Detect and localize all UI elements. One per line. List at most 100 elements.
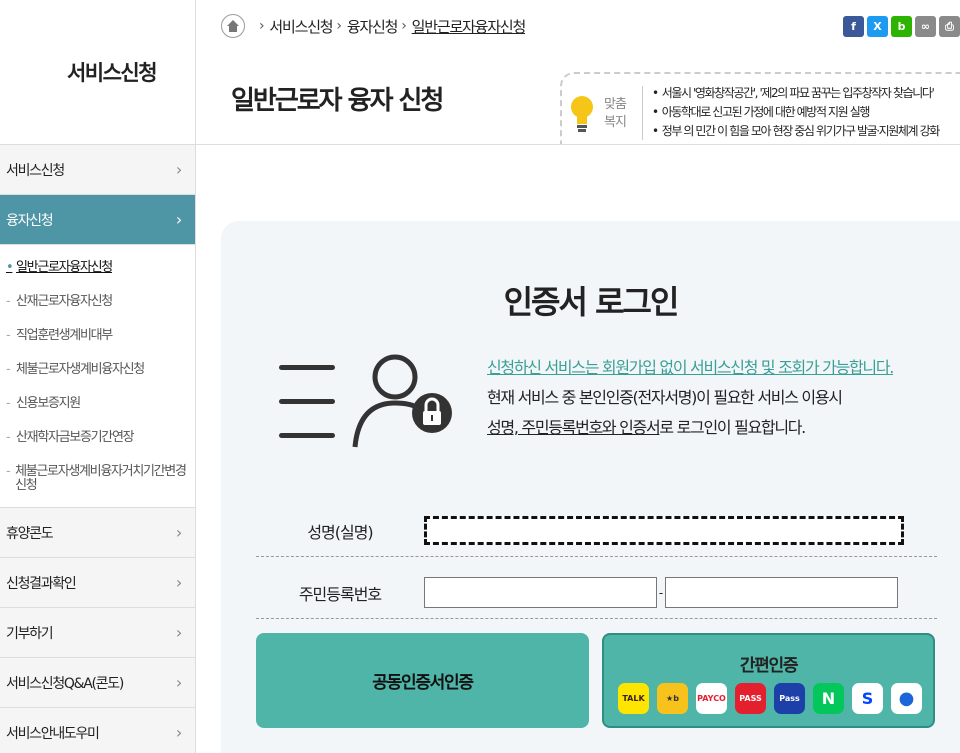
- notice-highlight: 신청하신 서비스는 회원가입 없이 서비스신청 및 조회가 가능합니다.: [487, 358, 894, 377]
- rrn-label: 주민등록번호: [298, 584, 382, 604]
- samsung-pass-icon[interactable]: Pass: [774, 683, 805, 714]
- submenu-item-industrial-accident-loan[interactable]: - 산재근로자융자신청: [0, 285, 195, 319]
- facebook-icon[interactable]: f: [843, 16, 864, 37]
- bullet-icon: -: [6, 362, 11, 377]
- notice-line: 성명, 주민등록번호와 인증서로 로그인이 필요합니다.: [487, 413, 893, 443]
- custom-welfare-box: 맞춤 복지 서울시 '영화창작공간', '제2의 파묘 꿈꾸는 입주창작자 찾습…: [560, 72, 960, 144]
- bullet-icon: -: [6, 464, 11, 479]
- page: 서비스신청 서비스신청 › 융자신청 › • 일반근로자융자신청 - 산재근로자…: [0, 0, 960, 753]
- sidebar: 서비스신청 서비스신청 › 융자신청 › • 일반근로자융자신청 - 산재근로자…: [0, 0, 196, 753]
- sidebar-item-label: 서비스안내도우미: [6, 725, 100, 742]
- submenu-item-credit-guarantee[interactable]: - 신용보증지원: [0, 387, 195, 421]
- sidebar-item-label: 서비스신청Q&A(콘도): [6, 675, 124, 692]
- share-toolbar: f X b ∞ ⎙: [843, 16, 960, 37]
- chevron-right-icon: ›: [175, 573, 182, 592]
- submenu-label: 산재학자금보증기간연장: [16, 430, 135, 445]
- submenu-item-general-worker-loan[interactable]: • 일반근로자융자신청: [0, 251, 195, 285]
- toss-icon[interactable]: ●: [891, 683, 922, 714]
- simple-auth-button[interactable]: 간편인증 TALK ★b PAYCO PASS Pass N S ●: [602, 633, 935, 728]
- home-icon[interactable]: [221, 14, 245, 38]
- login-notice: 신청하신 서비스는 회원가입 없이 서비스신청 및 조회가 가능합니다. 현재 …: [487, 353, 894, 443]
- sidebar-title: 서비스신청: [0, 0, 195, 145]
- breadcrumb-item[interactable]: 서비스신청: [269, 16, 333, 37]
- name-label: 성명(실명): [307, 522, 373, 542]
- kakao-icon[interactable]: TALK: [618, 683, 649, 714]
- print-icon[interactable]: ⎙: [939, 16, 960, 37]
- pass-icon[interactable]: PASS: [735, 683, 766, 714]
- breadcrumb-current[interactable]: 일반근로자융자신청: [412, 16, 527, 37]
- chevron-right-icon: ›: [175, 723, 182, 742]
- bullet-icon: -: [6, 430, 11, 445]
- sidebar-item-resort-condo[interactable]: 휴양콘도 ›: [0, 508, 195, 558]
- submenu-item-unpaid-worker-loan[interactable]: - 체불근로자생계비융자신청: [0, 353, 195, 387]
- rrn-dash: -: [658, 585, 664, 600]
- submenu-label: 산재근로자융자신청: [16, 294, 113, 309]
- sidebar-item-label: 휴양콘도: [6, 525, 54, 542]
- link-copy-icon[interactable]: ∞: [915, 16, 936, 37]
- notice-line: 현재 서비스 중 본인인증(전자서명)이 필요한 서비스 이용시: [487, 388, 843, 407]
- submenu-item-vocational-training-loan[interactable]: - 직업훈련생계비대부: [0, 319, 195, 353]
- sidebar-item-label: 서비스신청: [6, 162, 65, 179]
- breadcrumb: › 서비스신청 › 융자신청 › 일반근로자융자신청: [221, 14, 527, 38]
- sidebar-item-qna[interactable]: 서비스신청Q&A(콘도) ›: [0, 658, 195, 708]
- notice-underline: 성명, 주민등록번호와 인증서: [487, 418, 661, 437]
- blog-icon[interactable]: b: [891, 16, 912, 37]
- welfare-item[interactable]: 아동학대로 신고된 가정에 대한 예방적 지원 실행: [652, 103, 939, 122]
- submenu-item-grace-period-change[interactable]: - 체불근로자생계비융자거치기간변경신청: [0, 455, 195, 503]
- chevron-right-icon: ›: [175, 673, 182, 692]
- notice-text: 로 로그인이 필요합니다.: [659, 418, 806, 437]
- welfare-item[interactable]: 정부 의 민간 이 힘을 모아 현장 중심 위기가구 발굴·지원체계 강화: [652, 122, 941, 141]
- welfare-item[interactable]: 서울시 '영화창작공간', '제2의 파묘 꿈꾸는 입주창작자 찾습니다': [652, 84, 939, 103]
- submenu-label: 체불근로자생계비융자거치기간변경신청: [15, 464, 187, 493]
- rrn-front-input[interactable]: [424, 577, 657, 608]
- chevron-right-icon: ›: [175, 160, 182, 179]
- bullet-icon: •: [6, 260, 14, 275]
- submenu-label: 신용보증지원: [16, 396, 81, 411]
- page-title: 일반근로자 융자 신청: [231, 86, 444, 116]
- sidebar-item-label: 신청결과확인: [6, 575, 77, 592]
- naver-icon[interactable]: N: [813, 683, 844, 714]
- sidebar-item-guide[interactable]: 서비스안내도우미 ›: [0, 708, 195, 753]
- sidebar-item-loan-apply[interactable]: 융자신청 ›: [0, 195, 195, 245]
- rrn-row: 주민등록번호 -: [256, 567, 937, 619]
- chevron-right-icon: ›: [336, 18, 342, 34]
- submenu-label: 체불근로자생계비융자신청: [16, 362, 145, 377]
- kb-bank-icon[interactable]: ★b: [657, 683, 688, 714]
- name-input[interactable]: [424, 516, 904, 545]
- shinhan-bank-icon[interactable]: S: [852, 683, 883, 714]
- submenu-item-tuition-guarantee-extension[interactable]: - 산재학자금보증기간연장: [0, 421, 195, 455]
- chevron-right-icon: ›: [259, 18, 265, 34]
- login-title: 인증서 로그인: [503, 283, 680, 321]
- breadcrumb-item[interactable]: 융자신청: [347, 16, 399, 37]
- certificate-login-panel: 인증서 로그인 신청하신 서비스는 회원가입 없이 서비스신청 및 조회가 가능…: [221, 221, 960, 753]
- sidebar-item-service-apply[interactable]: 서비스신청 ›: [0, 145, 195, 195]
- welfare-list: 서울시 '영화창작공간', '제2의 파묘 꿈꾸는 입주창작자 찾습니다' 아동…: [652, 84, 941, 141]
- bullet-icon: -: [6, 294, 11, 309]
- welfare-label: 맞춤 복지: [604, 97, 627, 130]
- sidebar-menu: 서비스신청 › 융자신청 › • 일반근로자융자신청 - 산재근로자융자신청 -…: [0, 145, 195, 753]
- payco-icon[interactable]: PAYCO: [696, 683, 727, 714]
- simple-auth-label: 간편인증: [739, 656, 799, 676]
- sidebar-item-donate[interactable]: 기부하기 ›: [0, 608, 195, 658]
- bullet-icon: -: [6, 396, 11, 411]
- x-twitter-icon[interactable]: X: [867, 16, 888, 37]
- bullet-icon: -: [6, 328, 11, 343]
- sidebar-item-label: 기부하기: [6, 625, 54, 642]
- divider: [642, 86, 643, 140]
- sidebar-submenu: • 일반근로자융자신청 - 산재근로자융자신청 - 직업훈련생계비대부 - 체불…: [0, 245, 195, 508]
- divider: [196, 144, 960, 145]
- chevron-right-icon: ›: [175, 210, 182, 229]
- chevron-right-icon: ›: [401, 18, 407, 34]
- rrn-back-input[interactable]: [665, 577, 898, 608]
- chevron-right-icon: ›: [175, 523, 182, 542]
- simple-auth-providers: TALK ★b PAYCO PASS Pass N S ●: [618, 683, 922, 714]
- lightbulb-icon: [571, 96, 593, 132]
- joint-certificate-button[interactable]: 공동인증서인증: [256, 633, 589, 728]
- sidebar-item-result-check[interactable]: 신청결과확인 ›: [0, 558, 195, 608]
- sidebar-item-label: 융자신청: [6, 212, 54, 229]
- submenu-label: 직업훈련생계비대부: [16, 328, 113, 343]
- user-lock-illustration: [279, 354, 452, 448]
- submenu-label: 일반근로자융자신청: [16, 260, 113, 275]
- name-row: 성명(실명): [256, 505, 937, 557]
- chevron-right-icon: ›: [175, 623, 182, 642]
